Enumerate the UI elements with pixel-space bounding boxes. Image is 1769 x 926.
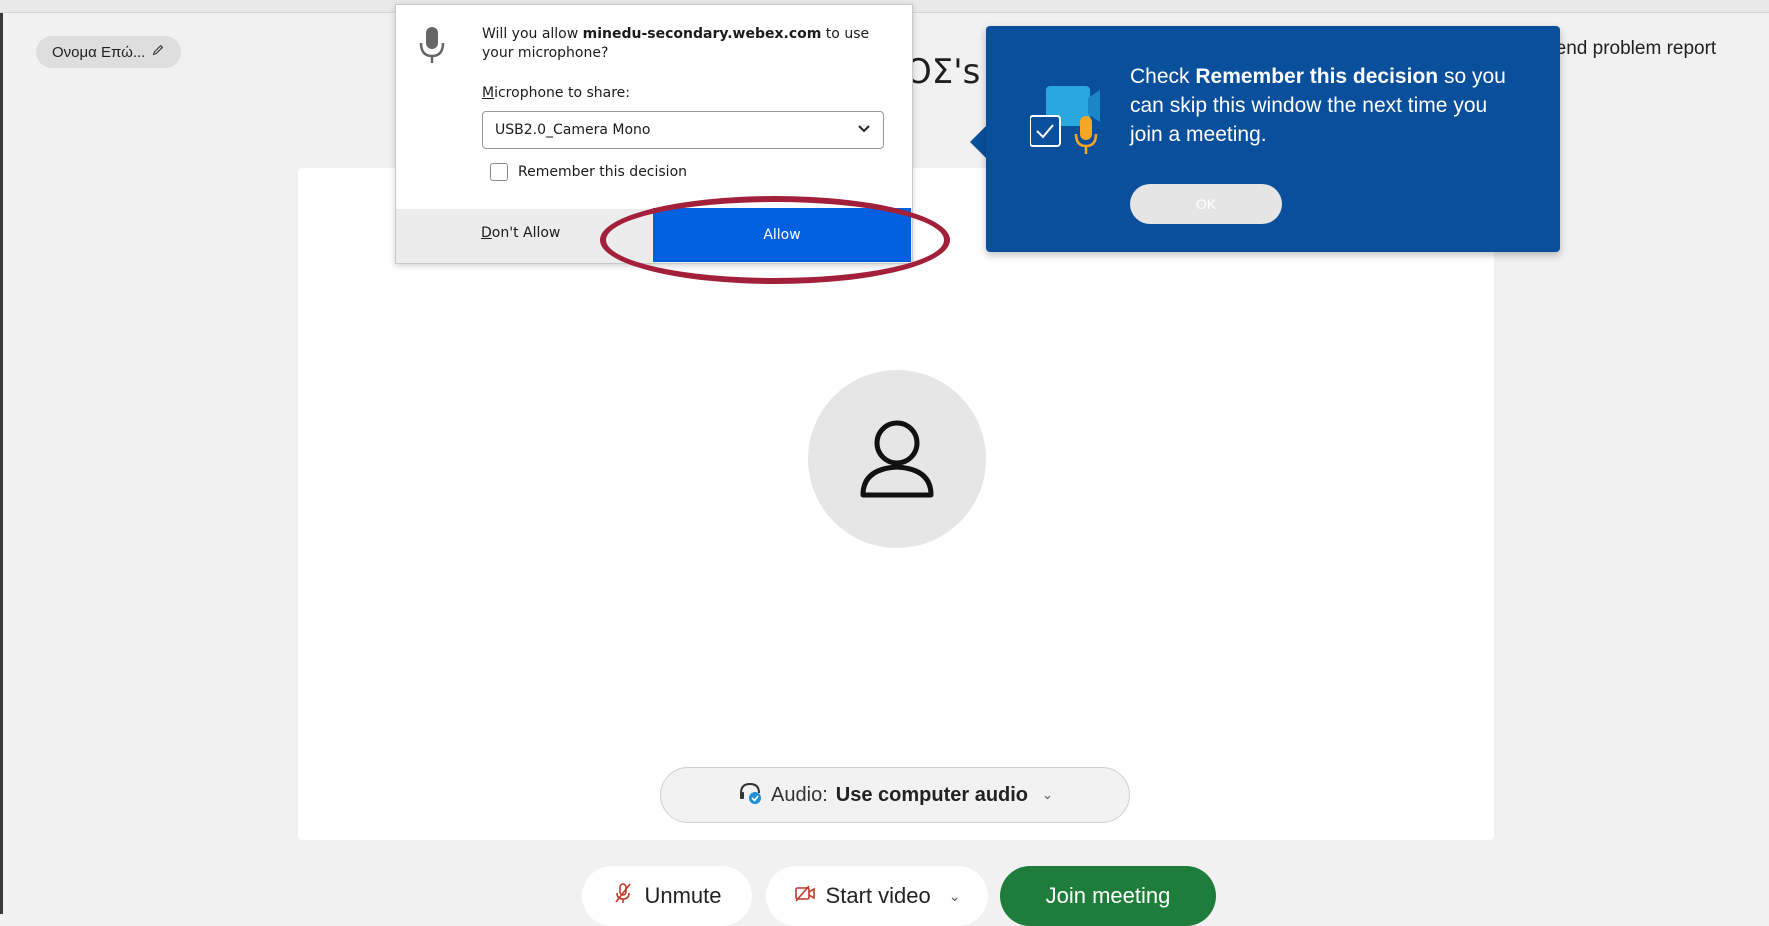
window-left-edge xyxy=(0,0,3,914)
requesting-site: minedu-secondary.webex.com xyxy=(582,26,822,42)
unmute-button[interactable]: Unmute xyxy=(582,866,752,926)
start-video-label: Start video xyxy=(825,883,931,908)
allow-button[interactable]: Allow xyxy=(653,208,911,262)
permission-question: Will you allow minedu-secondary.webex.co… xyxy=(482,25,892,63)
tooltip-text-pre: Check xyxy=(1130,65,1196,88)
remember-decision-checkbox[interactable]: Remember this decision xyxy=(490,163,687,181)
audio-selector[interactable]: Audio: Use computer audio ⌄ xyxy=(660,767,1130,823)
remember-decision-label: Remember this decision xyxy=(518,164,688,180)
display-name-text: Ονομα Επώ... xyxy=(52,43,146,61)
microphone-device-select[interactable]: USB2.0_Camera Mono xyxy=(482,111,884,149)
display-name-pill[interactable]: Ονομα Επώ... xyxy=(36,36,182,68)
headset-icon xyxy=(737,779,763,811)
video-off-icon xyxy=(794,882,816,910)
dont-allow-button[interactable]: Don't Allow xyxy=(481,225,560,241)
pencil-icon xyxy=(151,43,165,61)
chevron-down-icon: ⌄ xyxy=(1042,787,1053,802)
tooltip-text-bold: Remember this decision xyxy=(1195,65,1439,88)
tooltip-illustration xyxy=(1029,66,1120,166)
microphone-to-share-label: Microphone to share: xyxy=(482,85,630,101)
label-access-key: M xyxy=(482,85,495,101)
checkbox-box[interactable] xyxy=(490,163,508,181)
unmute-label: Unmute xyxy=(644,883,722,908)
chevron-down-icon xyxy=(857,122,871,138)
chevron-down-icon[interactable]: ⌄ xyxy=(949,888,961,905)
avatar xyxy=(808,370,986,548)
selected-device: USB2.0_Camera Mono xyxy=(495,122,651,138)
microphone-icon xyxy=(418,25,446,65)
start-video-button[interactable]: Start video ⌄ xyxy=(766,866,988,926)
person-icon xyxy=(860,420,934,498)
meeting-title: ΟΣ's xyxy=(905,52,981,92)
audio-label-prefix: Audio: xyxy=(771,783,828,806)
remember-decision-tooltip: Check Remember this decision so you can … xyxy=(986,26,1560,252)
send-problem-report-link[interactable]: Send problem report xyxy=(1555,38,1769,60)
label-rest: icrophone to share: xyxy=(494,85,630,101)
audio-label-value: Use computer audio xyxy=(835,783,1029,806)
tooltip-text: Check Remember this decision so you can … xyxy=(1130,62,1510,149)
question-prefix: Will you allow xyxy=(482,26,583,42)
microphone-muted-icon xyxy=(612,882,634,910)
join-meeting-button[interactable]: Join meeting xyxy=(1000,866,1216,926)
tooltip-ok-button[interactable]: OK xyxy=(1130,184,1282,224)
